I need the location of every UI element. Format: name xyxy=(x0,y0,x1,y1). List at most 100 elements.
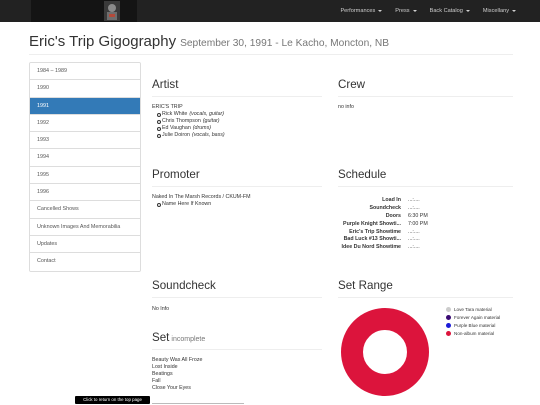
page-header: Eric's Trip Gigography September 30, 1991… xyxy=(29,33,513,53)
back-to-top-tooltip[interactable]: Click to return on the top page xyxy=(75,396,150,404)
sidebar-item-contact[interactable]: Contact xyxy=(30,253,140,271)
top-navbar: Performances Press Back Catalog Miscella… xyxy=(0,0,540,22)
promoter-contacts: Name Here If Known xyxy=(152,201,251,208)
sidebar-item-1992[interactable]: 1992 xyxy=(30,114,140,133)
legend-item[interactable]: Non-album material xyxy=(446,331,506,336)
artist-divider xyxy=(152,96,322,97)
schedule-label: Purple Knight Showti... xyxy=(343,220,401,227)
sidebar-item-cancelled-shows[interactable]: Cancelled Shows xyxy=(30,201,140,219)
sidebar-item-1993[interactable]: 1993 xyxy=(30,132,140,150)
legend-swatch xyxy=(446,315,451,321)
legend-item[interactable]: Forever Again material xyxy=(446,314,506,321)
chevron-down-icon xyxy=(512,10,516,12)
set-qualifier: incomplete xyxy=(171,336,206,343)
table-row: Load In...:.... xyxy=(338,196,428,204)
sidebar-item-1990[interactable]: 1990 xyxy=(30,80,140,98)
member-role: (guitar) xyxy=(202,117,220,124)
table-row: Purple Knight Showti... 7:00 PM xyxy=(338,220,428,228)
legend-label: Non-album material xyxy=(454,330,495,336)
sidebar-item-1991[interactable]: 1991 xyxy=(30,97,140,115)
schedule-label: Load In xyxy=(382,196,401,203)
list-item: Beatings xyxy=(152,370,173,377)
sidebar-item-1995[interactable]: 1995 xyxy=(30,166,140,185)
sidebar-item-1996[interactable]: 1996 xyxy=(30,184,140,202)
nav-press[interactable]: Press xyxy=(395,8,417,14)
page-title: Eric's Trip Gigography xyxy=(29,33,177,50)
nav-miscellany[interactable]: Miscellany xyxy=(483,8,516,14)
list-item: Name Here If Known xyxy=(152,201,251,208)
promoter-divider xyxy=(152,186,322,187)
set-range-donut-chart xyxy=(341,308,429,396)
promoter-block: Naked In The Marsh Records / CKUM-FM Nam… xyxy=(152,194,251,208)
schedule-label: Bad Luck #13 Showti... xyxy=(343,236,401,243)
promoter-heading: Promoter xyxy=(152,168,200,181)
legend-label: Love Tara material xyxy=(454,307,492,312)
list-item: Fall xyxy=(152,377,161,384)
member-name: Julie Doiron xyxy=(162,131,190,138)
band-logo-icon xyxy=(104,1,120,21)
crew-text: no info xyxy=(338,104,354,110)
header-divider xyxy=(29,54,513,55)
schedule-label: Doors xyxy=(385,212,401,219)
chevron-down-icon xyxy=(412,10,417,12)
member-name: Chris Thompson xyxy=(162,117,201,124)
table-row: Soundcheck...:.... xyxy=(338,204,428,212)
member-role: (drums) xyxy=(192,124,212,131)
legend-swatch xyxy=(446,323,451,328)
schedule-time: 6:30 PM xyxy=(408,212,428,219)
band-name: ERIC'S TRIP xyxy=(152,104,183,110)
schedule-time: ...:.... xyxy=(408,244,420,251)
list-item: Lost Inside xyxy=(152,363,178,370)
year-sidebar: 1984 – 1989 1990 1991 1992 1993 1994 199… xyxy=(29,62,141,272)
legend-item[interactable]: Purple Blue material xyxy=(446,323,506,328)
legend-label: Forever Again material xyxy=(454,314,501,320)
list-item: Rick White (vocals, guitar) xyxy=(152,111,225,118)
table-row: Doors 6:30 PM xyxy=(338,212,428,220)
nav-miscellany-label: Miscellany xyxy=(482,8,509,14)
member-name: Ed Vaughan xyxy=(162,124,191,131)
list-item: Close Your Eyes xyxy=(152,384,191,391)
nav-menu: Performances Press Back Catalog Miscella… xyxy=(327,0,516,22)
sidebar-item-1984-1989[interactable]: 1984 – 1989 xyxy=(30,63,140,81)
schedule-label: Soundcheck xyxy=(369,204,402,211)
set-range-heading: Set Range xyxy=(338,279,393,292)
artist-block: ERIC'S TRIP Rick White (vocals, guitar) C… xyxy=(152,104,225,139)
set-divider xyxy=(152,349,322,350)
nav-back-catalog[interactable]: Back Catalog xyxy=(430,8,470,14)
crew-heading: Crew xyxy=(338,78,366,91)
member-role: (vocals, guitar) xyxy=(189,110,225,117)
set-title: Set xyxy=(152,331,170,344)
schedule-time: ...:.... xyxy=(408,236,420,243)
set-range-legend: Love Tara material Forever Again materia… xyxy=(446,307,506,339)
list-item: Julie Doiron (vocals, bass) xyxy=(152,132,225,139)
member-list: Rick White (vocals, guitar) Chris Thompso… xyxy=(152,111,225,139)
list-item: Beauty Was All Froze xyxy=(152,357,203,363)
member-role: (vocals, bass) xyxy=(191,131,225,138)
schedule-heading: Schedule xyxy=(338,168,387,181)
sidebar-item-updates[interactable]: Updates xyxy=(30,235,140,254)
list-item: Ed Vaughan (drums) xyxy=(152,125,225,132)
nav-performances[interactable]: Performances xyxy=(340,8,383,14)
member-name: Rick White xyxy=(162,110,188,117)
sidebar-item-unknown-images[interactable]: Unknown Images And Memorabilia xyxy=(30,218,140,236)
nav-performances-label: Performances xyxy=(340,8,376,14)
list-item: Chris Thompson (guitar) xyxy=(152,118,225,125)
set-range-divider xyxy=(338,297,513,298)
promoter-name: Naked In The Marsh Records / CKUM-FM xyxy=(152,194,251,200)
table-row: Bad Luck #13 Showti......:.... xyxy=(338,235,428,243)
soundcheck-heading: Soundcheck xyxy=(152,279,216,292)
table-row: Idee Du Nord Showtime...:.... xyxy=(338,243,428,251)
schedule-time: ...:.... xyxy=(408,204,420,211)
setlist-underline xyxy=(152,403,244,404)
sidebar-item-1994[interactable]: 1994 xyxy=(30,149,140,167)
schedule-table: Load In...:.... Soundcheck...:.... Doors… xyxy=(338,196,428,251)
brand-logo-link[interactable] xyxy=(31,0,137,22)
schedule-time: ...:.... xyxy=(408,228,420,235)
schedule-label: Idee Du Nord Showtime xyxy=(341,244,401,251)
soundcheck-text: No Info xyxy=(152,306,170,312)
nav-back-catalog-label: Back Catalog xyxy=(429,8,463,14)
legend-item[interactable]: Love Tara material xyxy=(446,307,506,313)
donut-slice-non-album[interactable] xyxy=(341,308,429,396)
chevron-down-icon xyxy=(465,10,470,12)
crew-divider xyxy=(338,96,513,97)
